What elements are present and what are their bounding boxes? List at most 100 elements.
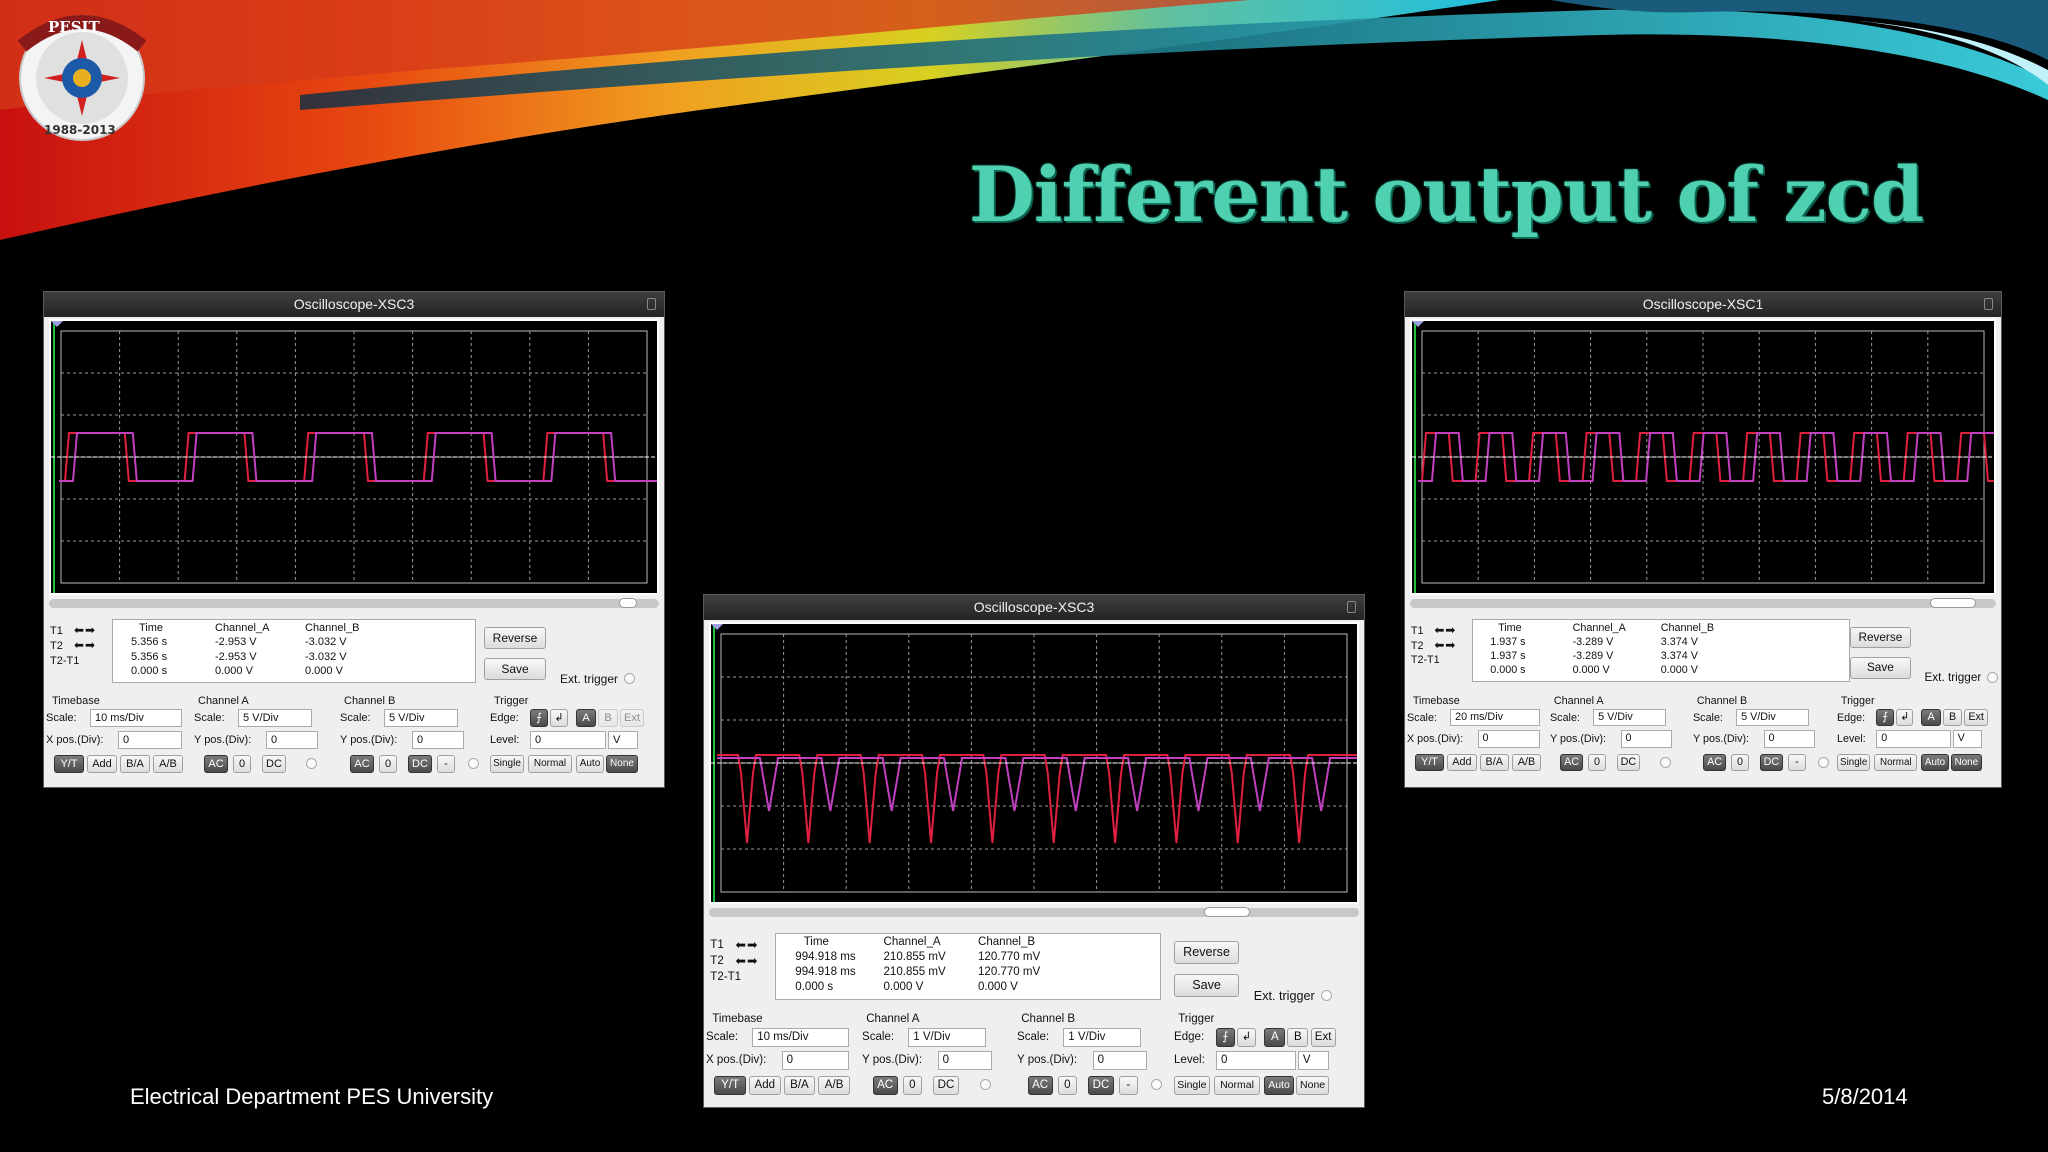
timebase-mode-button[interactable]: B/A [783, 1076, 816, 1095]
trigger-source-button[interactable]: Ext [1310, 1027, 1336, 1047]
coupling-button[interactable]: AC [872, 1076, 898, 1095]
scrollbar-thumb[interactable] [619, 598, 637, 608]
coupling-button[interactable]: 0 [1057, 1076, 1077, 1095]
reverse-button[interactable]: Reverse [1850, 626, 1911, 649]
coupling-button[interactable]: 0 [233, 755, 251, 773]
falling-edge-icon[interactable]: ↲ [550, 709, 568, 727]
trigger-mode-button[interactable]: None [606, 755, 638, 773]
trigger-mode-button[interactable]: Single [490, 755, 524, 773]
trigger-mode-button[interactable]: None [1950, 753, 1983, 772]
rising-edge-icon[interactable]: ⨍ [1216, 1027, 1235, 1047]
cursor-arrow-icon[interactable]: ⬅➡ [736, 937, 759, 952]
trigger-source-button[interactable]: Ext [1964, 708, 1988, 727]
timebase-mode-button[interactable]: Add [749, 1076, 781, 1095]
trigger-mode-button[interactable]: Auto [576, 755, 604, 773]
trigger-source-button[interactable]: A [1264, 1027, 1286, 1047]
reverse-button[interactable]: Reverse [1174, 941, 1240, 965]
trigger-source-button[interactable]: B [598, 709, 618, 727]
rising-edge-icon[interactable]: ⨍ [1876, 708, 1894, 727]
channel-a-position-field[interactable]: 0 [266, 731, 318, 749]
coupling-button[interactable]: AC [1027, 1076, 1053, 1095]
ext-trigger-indicator[interactable] [1987, 671, 1999, 683]
save-button[interactable]: Save [1174, 973, 1240, 998]
timebase-mode-button[interactable]: A/B [818, 1076, 850, 1095]
timebase-mode-button[interactable]: Y/T [714, 1076, 746, 1095]
coupling-button[interactable]: DC [933, 1076, 959, 1095]
coupling-button[interactable]: 0 [902, 1076, 922, 1095]
coupling-button[interactable]: DC [408, 755, 432, 773]
channel-b-scale-field[interactable]: 1 V/Div [1063, 1027, 1141, 1047]
window-menu-icon[interactable] [1984, 298, 1993, 310]
coupling-button[interactable]: 0 [1731, 753, 1749, 772]
coupling-button[interactable]: AC [1702, 753, 1727, 772]
trigger-level-unit[interactable]: V [608, 731, 638, 749]
falling-edge-icon[interactable]: ↲ [1237, 1027, 1256, 1047]
trigger-mode-button[interactable]: Normal [528, 755, 572, 773]
trigger-mode-button[interactable]: Auto [1921, 753, 1949, 772]
scrollbar-thumb[interactable] [1204, 907, 1250, 917]
cursor-marker-icon[interactable] [51, 321, 63, 327]
channel-b-scale-field[interactable]: 5 V/Div [384, 709, 458, 727]
coupling-button[interactable]: DC [1616, 753, 1641, 772]
coupling-button[interactable]: - [1118, 1076, 1138, 1095]
timebase-mode-button[interactable]: A/B [153, 755, 183, 773]
timebase-mode-button[interactable]: Y/T [1414, 753, 1445, 772]
trigger-level-unit[interactable]: V [1952, 730, 1983, 748]
channel-a-scale-field[interactable]: 5 V/Div [1593, 708, 1666, 727]
trigger-level-unit[interactable]: V [1297, 1050, 1330, 1070]
coupling-button[interactable]: - [437, 755, 455, 773]
trigger-source-button[interactable]: A [1921, 708, 1941, 727]
trigger-level-field[interactable]: 0 [530, 731, 606, 749]
scope-horizontal-scrollbar[interactable] [1410, 598, 1996, 608]
trigger-source-button[interactable]: B [1942, 708, 1963, 727]
ext-trigger-indicator[interactable] [624, 673, 635, 684]
timebase-scale-field[interactable]: 20 ms/Div [1450, 708, 1541, 727]
channel-b-position-field[interactable]: 0 [412, 731, 464, 749]
trigger-mode-button[interactable]: Normal [1874, 753, 1918, 772]
channel-a-scale-field[interactable]: 1 V/Div [908, 1027, 986, 1047]
cursor-arrow-icon[interactable]: ⬅➡ [1434, 638, 1456, 652]
trigger-source-button[interactable]: Ext [620, 709, 644, 727]
coupling-button[interactable]: AC [350, 755, 374, 773]
reverse-button[interactable]: Reverse [484, 627, 546, 649]
channel-a-position-field[interactable]: 0 [937, 1050, 993, 1070]
trigger-level-field[interactable]: 0 [1876, 730, 1951, 748]
timebase-position-field[interactable]: 0 [781, 1050, 849, 1070]
channel-b-position-field[interactable]: 0 [1763, 730, 1815, 748]
timebase-position-field[interactable]: 0 [1477, 730, 1541, 748]
channel-a-position-field[interactable]: 0 [1620, 730, 1672, 748]
channel-a-scale-field[interactable]: 5 V/Div [238, 709, 312, 727]
coupling-button[interactable]: 0 [379, 755, 397, 773]
window-titlebar[interactable]: Oscilloscope-XSC3 [44, 292, 664, 317]
cursor-arrow-icon[interactable]: ⬅➡ [1434, 623, 1456, 637]
trigger-source-button[interactable]: B [1287, 1027, 1309, 1047]
window-menu-icon[interactable] [647, 298, 656, 310]
cursor-marker-icon[interactable] [1412, 321, 1424, 327]
coupling-button[interactable]: DC [262, 755, 286, 773]
cursor-arrow-icon[interactable]: ⬅➡ [74, 623, 96, 637]
channel-b-scale-field[interactable]: 5 V/Div [1736, 708, 1809, 727]
window-titlebar[interactable]: Oscilloscope-XSC1 [1405, 292, 2001, 317]
save-button[interactable]: Save [1850, 657, 1911, 679]
channel-b-position-field[interactable]: 0 [1092, 1050, 1148, 1070]
trigger-mode-button[interactable]: None [1295, 1076, 1330, 1095]
timebase-mode-button[interactable]: B/A [1479, 753, 1509, 772]
timebase-mode-button[interactable]: A/B [1511, 753, 1542, 772]
trigger-level-field[interactable]: 0 [1216, 1050, 1296, 1070]
trigger-mode-button[interactable]: Normal [1213, 1076, 1261, 1095]
coupling-button[interactable]: DC [1759, 753, 1784, 772]
save-button[interactable]: Save [484, 658, 546, 680]
timebase-mode-button[interactable]: Add [87, 755, 117, 773]
ext-trigger-indicator[interactable] [1321, 989, 1332, 1001]
timebase-mode-button[interactable]: Y/T [54, 755, 84, 773]
falling-edge-icon[interactable]: ↲ [1895, 708, 1914, 727]
coupling-button[interactable]: AC [1559, 753, 1584, 772]
scope-horizontal-scrollbar[interactable] [49, 598, 659, 608]
window-menu-icon[interactable] [1347, 601, 1356, 613]
cursor-arrow-icon[interactable]: ⬅➡ [736, 953, 759, 968]
trigger-source-button[interactable]: A [576, 709, 596, 727]
coupling-button[interactable]: - [1788, 753, 1806, 772]
rising-edge-icon[interactable]: ⨍ [530, 709, 548, 727]
timebase-mode-button[interactable]: B/A [120, 755, 150, 773]
scope-horizontal-scrollbar[interactable] [709, 907, 1359, 917]
